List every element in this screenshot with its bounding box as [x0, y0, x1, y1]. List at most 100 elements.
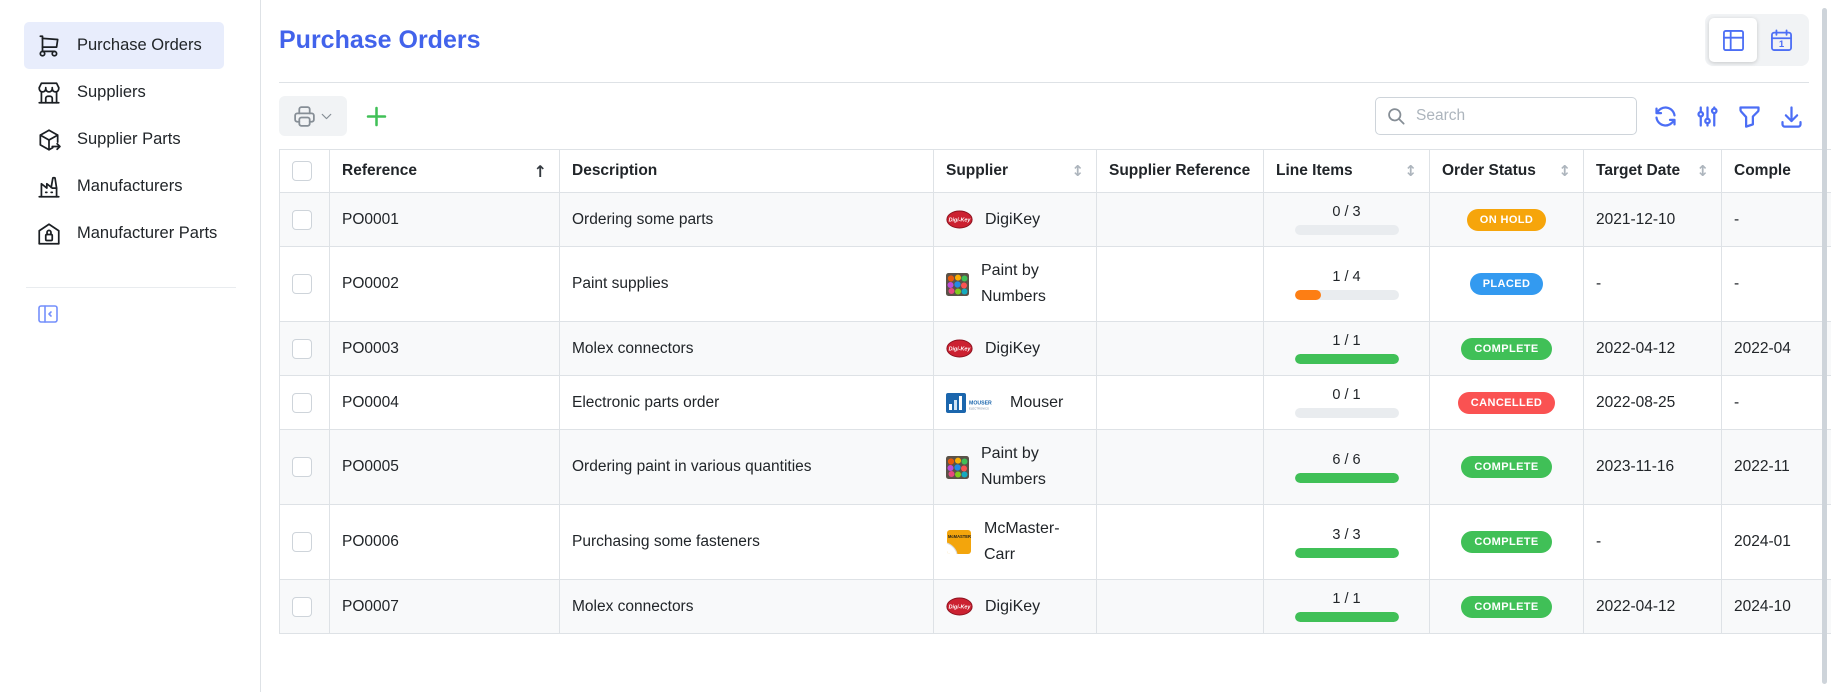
- sidebar-item-manufacturer-parts[interactable]: Manufacturer Parts: [24, 210, 224, 257]
- progress-fill: [1295, 473, 1399, 483]
- row-checkbox[interactable]: [292, 532, 312, 552]
- paint-by-numbers-logo: [946, 456, 969, 479]
- sort-ascending-icon: ↑: [534, 162, 547, 181]
- cell-supplier: MOUSERELECTRONICSMouser: [934, 376, 1097, 430]
- svg-text:ELECTRONICS: ELECTRONICS: [969, 406, 989, 410]
- svg-text:1: 1: [1778, 39, 1784, 50]
- status-badge: COMPLETE: [1461, 338, 1551, 360]
- cell-supplier: Paint by Numbers: [934, 430, 1097, 505]
- column-header-supplier[interactable]: Supplier↕: [934, 150, 1097, 193]
- line-items-progress-bar: [1295, 225, 1399, 235]
- row-checkbox[interactable]: [292, 210, 312, 230]
- cell-select: [280, 193, 330, 247]
- table-row[interactable]: PO0001Ordering some partsDigi-KeyDigiKey…: [280, 193, 1831, 247]
- refresh-button[interactable]: [1652, 103, 1679, 130]
- line-items-count: 1 / 4: [1295, 269, 1399, 285]
- sidebar-item-purchase-orders[interactable]: Purchase Orders: [24, 22, 224, 69]
- row-checkbox[interactable]: [292, 274, 312, 294]
- line-items-count: 0 / 3: [1295, 204, 1399, 220]
- table-row[interactable]: PO0003Molex connectorsDigi-KeyDigiKey1 /…: [280, 322, 1831, 376]
- cell-select: [280, 376, 330, 430]
- column-label: Comple: [1734, 162, 1791, 180]
- cell-supplier: McMASTERMcMaster-Carr: [934, 505, 1097, 580]
- cell-description: Molex connectors: [560, 580, 934, 634]
- sidebar-item-label: Supplier Parts: [77, 130, 181, 149]
- cell-completion-date: 2024-10: [1722, 580, 1831, 634]
- sidebar-item-suppliers[interactable]: Suppliers: [24, 69, 224, 116]
- column-header-target_date[interactable]: Target Date↕: [1584, 150, 1722, 193]
- row-checkbox[interactable]: [292, 457, 312, 477]
- mouser-logo: MOUSERELECTRONICS: [946, 392, 998, 414]
- cell-line-items: 0 / 1: [1264, 376, 1430, 430]
- table-row[interactable]: PO0005Ordering paint in various quantiti…: [280, 430, 1831, 505]
- table-view-button[interactable]: [1709, 18, 1757, 62]
- calendar-view-button[interactable]: 1: [1757, 18, 1805, 62]
- sidebar-collapse-button[interactable]: [36, 302, 60, 326]
- column-header-description[interactable]: Description: [560, 150, 934, 193]
- cell-completion-date: 2024-01: [1722, 505, 1831, 580]
- column-header-order_status[interactable]: Order Status↕: [1430, 150, 1584, 193]
- column-label: Supplier: [946, 162, 1008, 180]
- cell-completion-date: -: [1722, 247, 1831, 322]
- add-order-button[interactable]: [362, 102, 391, 131]
- column-label: Supplier Reference: [1109, 162, 1250, 180]
- column-header-supplier_reference[interactable]: Supplier Reference: [1097, 150, 1264, 193]
- column-header-completion_date[interactable]: Comple: [1722, 150, 1831, 193]
- view-toggle: 1: [1705, 14, 1809, 66]
- cell-target-date: -: [1584, 247, 1722, 322]
- table-row[interactable]: PO0007Molex connectorsDigi-KeyDigiKey1 /…: [280, 580, 1831, 634]
- sidebar-item-label: Manufacturers: [77, 177, 182, 196]
- cell-supplier-reference: [1097, 430, 1264, 505]
- line-items-progress-bar: [1295, 408, 1399, 418]
- table-row[interactable]: PO0006Purchasing some fastenersMcMASTERM…: [280, 505, 1831, 580]
- cell-reference: PO0006: [330, 505, 560, 580]
- cell-select: [280, 580, 330, 634]
- cell-target-date: 2022-04-12: [1584, 322, 1722, 376]
- vertical-scrollbar[interactable]: [1822, 8, 1827, 684]
- storefront-icon: [36, 80, 62, 106]
- cell-reference: PO0004: [330, 376, 560, 430]
- sidebar-nav: Purchase Orders Suppliers Supplier Parts Ma…: [0, 22, 260, 257]
- main-content: Purchase Orders 1: [261, 0, 1831, 634]
- cell-target-date: -: [1584, 505, 1722, 580]
- sidebar-item-manufacturers[interactable]: Manufacturers: [24, 163, 224, 210]
- calendar-view-icon: 1: [1768, 27, 1795, 54]
- sidebar-item-label: Purchase Orders: [77, 36, 202, 55]
- row-checkbox[interactable]: [292, 393, 312, 413]
- line-items-progress-bar: [1295, 548, 1399, 558]
- cell-target-date: 2022-04-12: [1584, 580, 1722, 634]
- line-items-count: 1 / 1: [1295, 333, 1399, 349]
- table-row[interactable]: PO0002Paint suppliesPaint by Numbers1 / …: [280, 247, 1831, 322]
- sidebar-item-label: Suppliers: [77, 83, 146, 102]
- column-header-select: [280, 150, 330, 193]
- cell-select: [280, 505, 330, 580]
- column-label: Line Items: [1276, 162, 1353, 180]
- search-icon: [1386, 106, 1407, 127]
- row-checkbox[interactable]: [292, 597, 312, 617]
- column-header-reference[interactable]: Reference↑: [330, 150, 560, 193]
- column-label: Description: [572, 162, 657, 180]
- page-title: Purchase Orders: [279, 26, 481, 55]
- line-items-count: 6 / 6: [1295, 452, 1399, 468]
- svg-text:McMASTER: McMASTER: [948, 534, 971, 539]
- row-checkbox[interactable]: [292, 339, 312, 359]
- line-items-progress-bar: [1295, 354, 1399, 364]
- table-row[interactable]: PO0004Electronic parts orderMOUSERELECTR…: [280, 376, 1831, 430]
- cell-supplier-reference: [1097, 505, 1264, 580]
- print-button[interactable]: [279, 96, 347, 136]
- toolbar: [261, 83, 1831, 149]
- cell-supplier: Digi-KeyDigiKey: [934, 580, 1097, 634]
- download-button[interactable]: [1778, 103, 1805, 130]
- sidebar-item-supplier-parts[interactable]: Supplier Parts: [24, 116, 224, 163]
- cell-description: Electronic parts order: [560, 376, 934, 430]
- search-input[interactable]: [1416, 107, 1626, 125]
- cell-description: Paint supplies: [560, 247, 934, 322]
- select-all-checkbox[interactable]: [292, 161, 312, 181]
- column-header-line_items[interactable]: Line Items↕: [1264, 150, 1430, 193]
- column-settings-button[interactable]: [1694, 103, 1721, 130]
- filter-button[interactable]: [1736, 103, 1763, 130]
- line-items-progress-bar: [1295, 473, 1399, 483]
- cell-completion-date: -: [1722, 376, 1831, 430]
- cell-line-items: 1 / 1: [1264, 322, 1430, 376]
- table-view-icon: [1720, 27, 1747, 54]
